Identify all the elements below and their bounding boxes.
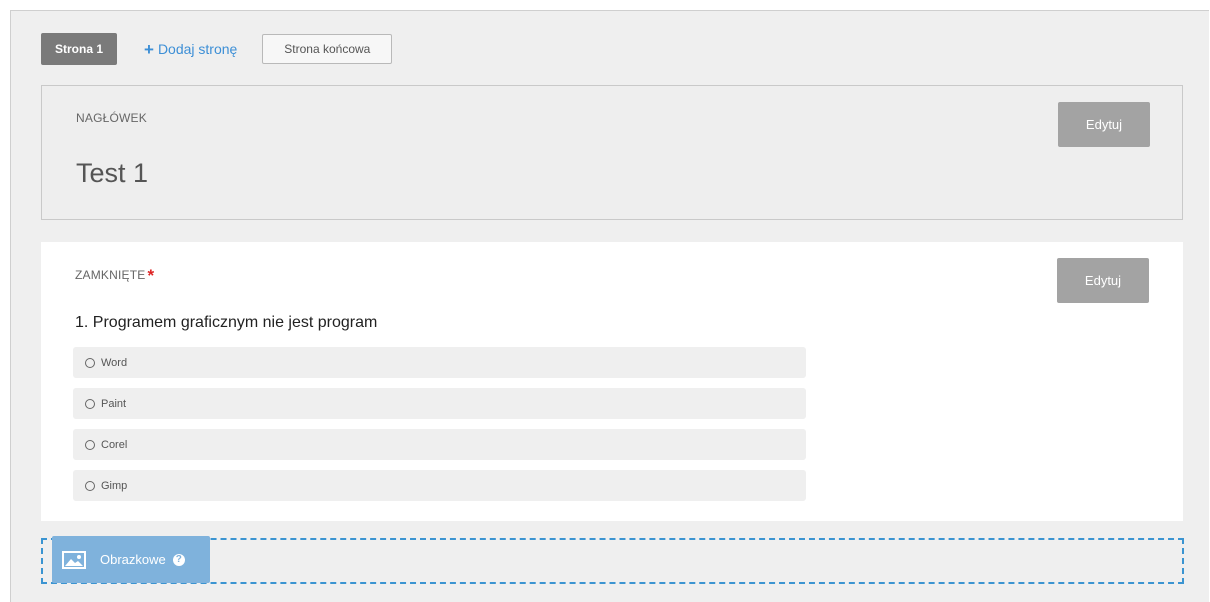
radio-icon	[85, 398, 95, 409]
tab-end-page[interactable]: Strona końcowa	[262, 34, 393, 64]
question-text: 1. Programem graficznym nie jest program	[75, 314, 378, 331]
header-section: NAGŁÓWEK Test 1 Edytuj	[41, 85, 1183, 220]
option-label: Word	[101, 356, 128, 369]
answer-option[interactable]: Paint	[73, 388, 806, 419]
required-marker: *	[147, 266, 155, 285]
image-question-chip[interactable]: Obrazkowe ?	[52, 536, 210, 583]
question-type-label: ZAMKNIĘTE *	[75, 266, 154, 286]
answer-option[interactable]: Word	[73, 347, 806, 378]
edit-header-button[interactable]: Edytuj	[1058, 102, 1150, 147]
option-label: Paint	[101, 397, 127, 410]
answer-option[interactable]: Gimp	[73, 470, 806, 501]
survey-title: Test 1	[76, 158, 149, 188]
tab-page-1[interactable]: Strona 1	[41, 33, 117, 65]
option-label: Gimp	[101, 479, 128, 492]
add-page-button[interactable]: + Dodaj stronę	[144, 41, 237, 58]
help-icon[interactable]: ?	[172, 553, 185, 566]
page-tabs: Strona 1 + Dodaj stronę Strona końcowa	[41, 33, 393, 65]
plus-icon: +	[144, 39, 154, 59]
header-section-label: NAGŁÓWEK	[76, 111, 147, 125]
radio-icon	[85, 439, 95, 450]
add-page-label: Dodaj stronę	[157, 41, 238, 57]
answer-option[interactable]: Corel	[73, 429, 806, 460]
edit-question-button[interactable]: Edytuj	[1057, 258, 1149, 303]
chip-label: Obrazkowe	[100, 552, 166, 567]
radio-icon	[85, 357, 95, 368]
image-icon	[62, 550, 86, 569]
question-type-text: ZAMKNIĘTE	[75, 268, 146, 282]
question-section: ZAMKNIĘTE * Edytuj 1. Programem graficzny…	[41, 242, 1183, 521]
answer-options: Word Paint Corel Gimp	[73, 347, 806, 511]
radio-icon	[85, 480, 95, 491]
option-label: Corel	[101, 438, 128, 451]
question-drop-zone[interactable]	[41, 538, 1184, 584]
